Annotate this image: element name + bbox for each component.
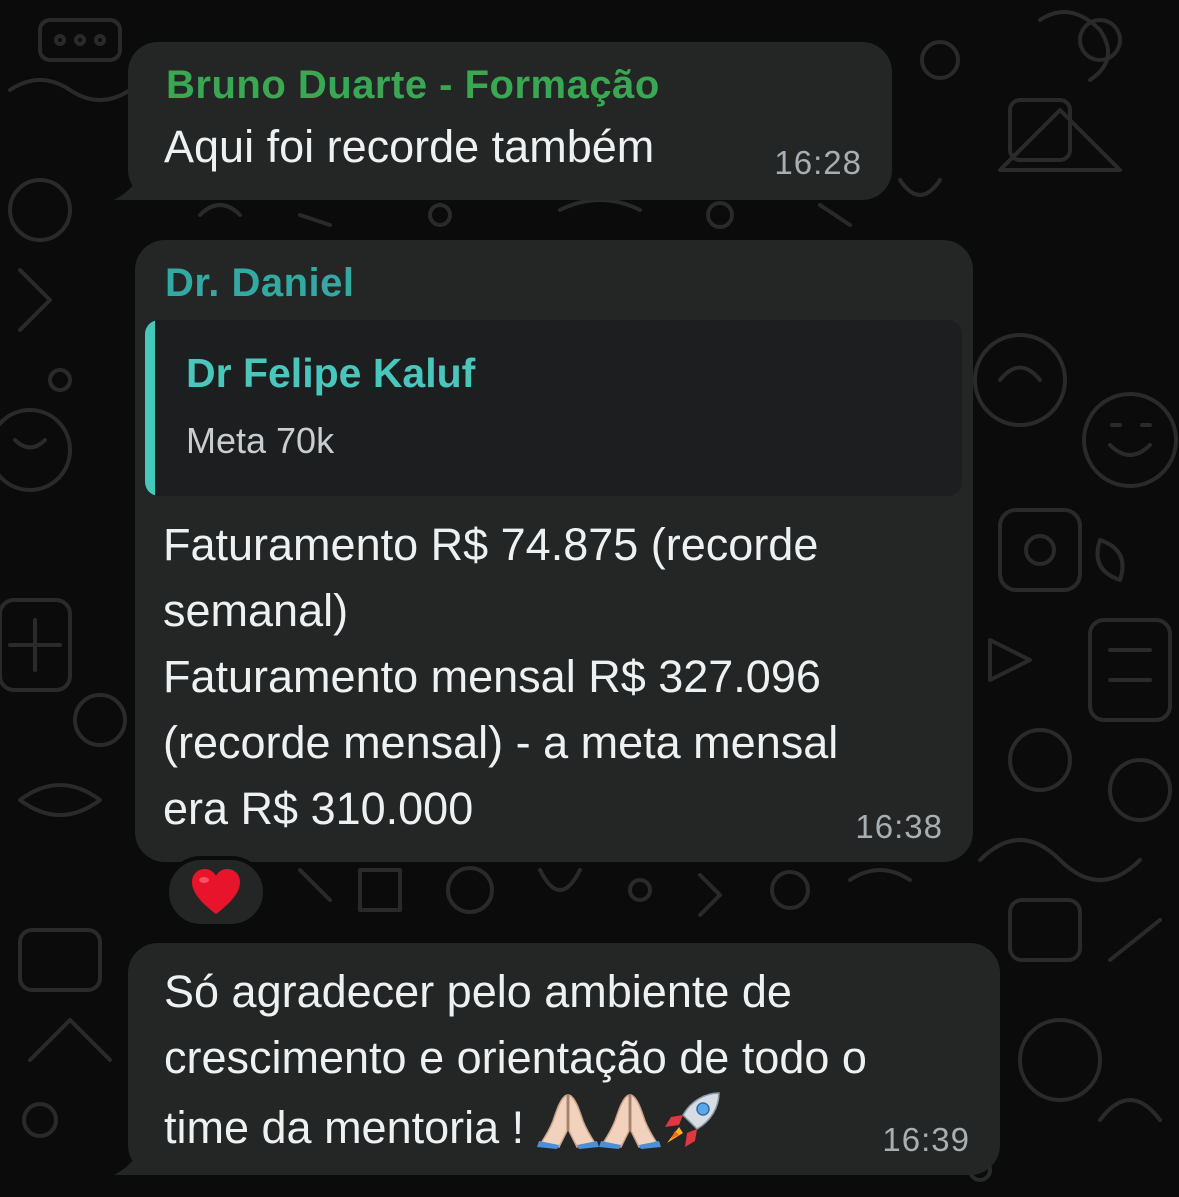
message-line: Faturamento R$ 74.875 (recorde [163,519,819,570]
message-bubble-3[interactable]: Só agradecer pelo ambiente de cresciment… [128,943,1000,1175]
message-line: (recorde mensal) - a meta mensal [163,717,839,768]
folded-hands-emoji [536,1093,599,1149]
message-line-text: time da mentoria ! [164,1102,537,1153]
quoted-author: Dr Felipe Kaluf [186,350,476,396]
message-time: 16:28 [774,144,862,181]
message-line: semanal) [163,585,349,636]
quoted-text: Meta 70k [186,420,335,461]
sender-name[interactable]: Dr. Daniel [165,260,355,306]
reaction-badge[interactable] [165,856,267,928]
message-line: time da mentoria ! [164,1091,867,1161]
sender-name[interactable]: Bruno Duarte - Formação [166,62,660,108]
rocket-emoji [664,1092,720,1147]
message-text: Aqui foi recorde também [164,121,655,172]
message-line: crescimento e orientação de todo o [164,1032,867,1083]
quote-accent-bar [145,320,155,496]
message-bubble-1[interactable]: Bruno Duarte - Formação Aqui foi recorde… [128,42,892,200]
folded-hands-emoji [598,1093,661,1149]
quoted-message[interactable]: Dr Felipe Kaluf Meta 70k [145,320,962,496]
message-text: Faturamento R$ 74.875 (recorde semanal) … [163,512,838,842]
message-line: era R$ 310.000 [163,783,474,834]
heart-emoji [192,869,240,914]
message-time: 16:38 [855,808,943,845]
message-line: Só agradecer pelo ambiente de [164,966,792,1017]
message-text: Só agradecer pelo ambiente de cresciment… [164,959,867,1161]
message-bubble-2[interactable]: Dr. Daniel Dr Felipe Kaluf Meta 70k Fatu… [135,240,973,862]
message-line: Faturamento mensal R$ 327.096 [163,651,821,702]
message-time: 16:39 [882,1121,970,1158]
